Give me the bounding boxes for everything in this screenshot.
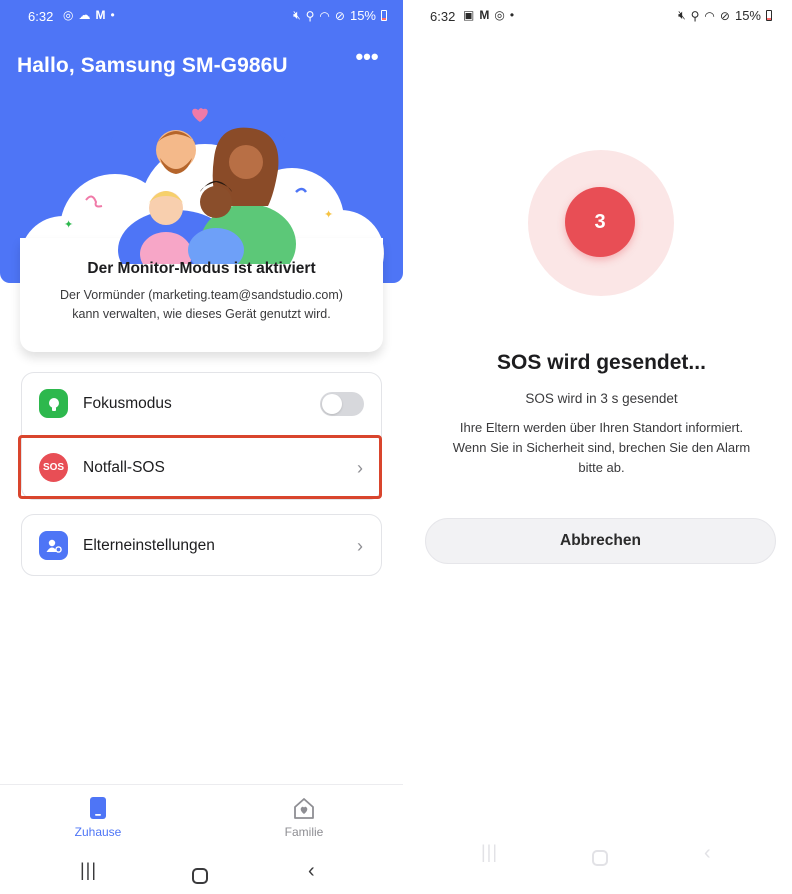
parent-settings-icon: [39, 531, 68, 560]
svg-text:✦: ✦: [324, 208, 333, 221]
countdown-circle: 3: [565, 187, 635, 257]
nav-home[interactable]: Zuhause: [38, 795, 158, 839]
sos-countdown-subtitle: SOS wird in 3 s gesendet: [525, 391, 678, 406]
recent-apps-icon[interactable]: |||: [80, 860, 97, 881]
gmail-icon: M: [95, 8, 106, 22]
status-time: 6:32: [430, 9, 456, 24]
system-navigation-bar: ||| ‹: [0, 852, 403, 892]
sos-highlight-box: [18, 435, 382, 499]
greeting-title: Hallo, Samsung SM-G986U: [17, 54, 288, 77]
battery-level: 15%: [349, 8, 376, 23]
monitor-mode-title: Der Monitor-Modus ist aktiviert: [87, 260, 316, 277]
focus-icon: ◎: [63, 8, 74, 22]
screen-divider: [403, 0, 411, 894]
back-icon[interactable]: ‹: [308, 860, 315, 883]
family-illustration: ✦ ✦ ✦ ✦: [64, 108, 333, 264]
back-icon[interactable]: ‹: [704, 842, 711, 865]
gmail-icon: M: [479, 8, 490, 22]
svg-text:✦: ✦: [64, 218, 73, 231]
sos-sending-title: SOS wird gesendet...: [497, 351, 706, 374]
no-disturb-icon: ⊘: [334, 8, 345, 23]
monitor-desc-line1: Der Vormünder (marketing.team@sandstudio…: [60, 288, 343, 302]
chevron-right-icon: ›: [357, 535, 363, 556]
location-icon: ⚲: [690, 8, 700, 23]
phone-icon: [90, 797, 106, 819]
weather-icon: ☁: [78, 8, 91, 22]
nav-family[interactable]: Familie: [244, 795, 364, 839]
monitor-mode-description: Der Vormünder (marketing.team@sandstudio…: [20, 286, 383, 324]
sos-desc-line2: Wenn Sie in Sicherheit sind, brechen Sie…: [452, 440, 751, 455]
svg-text:✦: ✦: [106, 129, 117, 144]
status-icons-left: ◎ ☁ M •: [63, 8, 115, 22]
wifi-icon: ◠: [319, 8, 330, 23]
status-time: 6:32: [28, 9, 54, 24]
location-icon: ⚲: [305, 8, 315, 23]
sync-icon: ◎: [494, 8, 505, 22]
no-disturb-icon: ⊘: [719, 8, 730, 23]
system-navigation-bar: ||| ‹: [411, 834, 792, 874]
countdown-number: 3: [594, 210, 606, 233]
focus-mode-label: Fokusmodus: [83, 395, 172, 412]
sos-desc-line3: bitte ab.: [578, 460, 625, 475]
sos-countdown-screen: 6:32 ▣ M ◎ • 🔇︎ ⚲ ◠ ⊘ 15% 3 SOS wird ges…: [411, 0, 792, 894]
parent-settings-row[interactable]: Elterneinstellungen ›: [22, 515, 381, 577]
focus-mode-row[interactable]: Fokusmodus: [22, 373, 381, 435]
parent-settings-label: Elterneinstellungen: [83, 537, 215, 554]
monitor-desc-line2: kann verwalten, wie dieses Gerät genutzt…: [72, 307, 331, 321]
status-icons-right: 🔇︎ ⚲ ◠ ⊘ 15%: [678, 8, 772, 23]
svg-text:✦: ✦: [278, 129, 289, 144]
battery-icon: [381, 10, 387, 21]
status-bar: 6:32 ▣ M ◎ • 🔇︎ ⚲ ◠ ⊘ 15%: [411, 0, 792, 34]
nav-family-label: Familie: [284, 825, 324, 839]
mute-icon: 🔇︎: [293, 8, 301, 22]
status-icons-left: ▣ M ◎ •: [463, 8, 514, 22]
monitor-home-screen: 6:32 ◎ ☁ M • 🔇︎ ⚲ ◠ ⊘ 15% Hallo, Samsung…: [0, 0, 403, 894]
cancel-button[interactable]: Abbrechen: [425, 518, 776, 564]
mute-icon: 🔇︎: [678, 8, 686, 22]
more-options-button[interactable]: •••: [352, 46, 382, 71]
sos-desc-line1: Ihre Eltern werden über Ihren Standort i…: [459, 420, 744, 435]
parent-settings-card: Elterneinstellungen ›: [21, 514, 382, 576]
dot-icon: •: [110, 8, 115, 22]
battery-level: 15%: [734, 8, 761, 23]
recent-apps-icon[interactable]: |||: [481, 842, 498, 863]
nav-home-label: Zuhause: [74, 825, 122, 839]
wifi-icon: ◠: [704, 8, 715, 23]
sos-description: Ihre Eltern werden über Ihren Standort i…: [425, 418, 778, 478]
battery-icon: [766, 10, 772, 21]
home-heart-icon: [294, 798, 314, 819]
dot-icon: •: [509, 8, 515, 22]
focus-mode-icon: [39, 389, 68, 418]
status-icons-right: 🔇︎ ⚲ ◠ ⊘ 15%: [293, 8, 387, 23]
focus-mode-toggle[interactable]: [320, 392, 364, 416]
image-icon: ▣: [463, 8, 475, 22]
status-bar: 6:32 ◎ ☁ M • 🔇︎ ⚲ ◠ ⊘ 15%: [0, 0, 403, 34]
bottom-navigation: Zuhause Familie: [0, 784, 403, 848]
